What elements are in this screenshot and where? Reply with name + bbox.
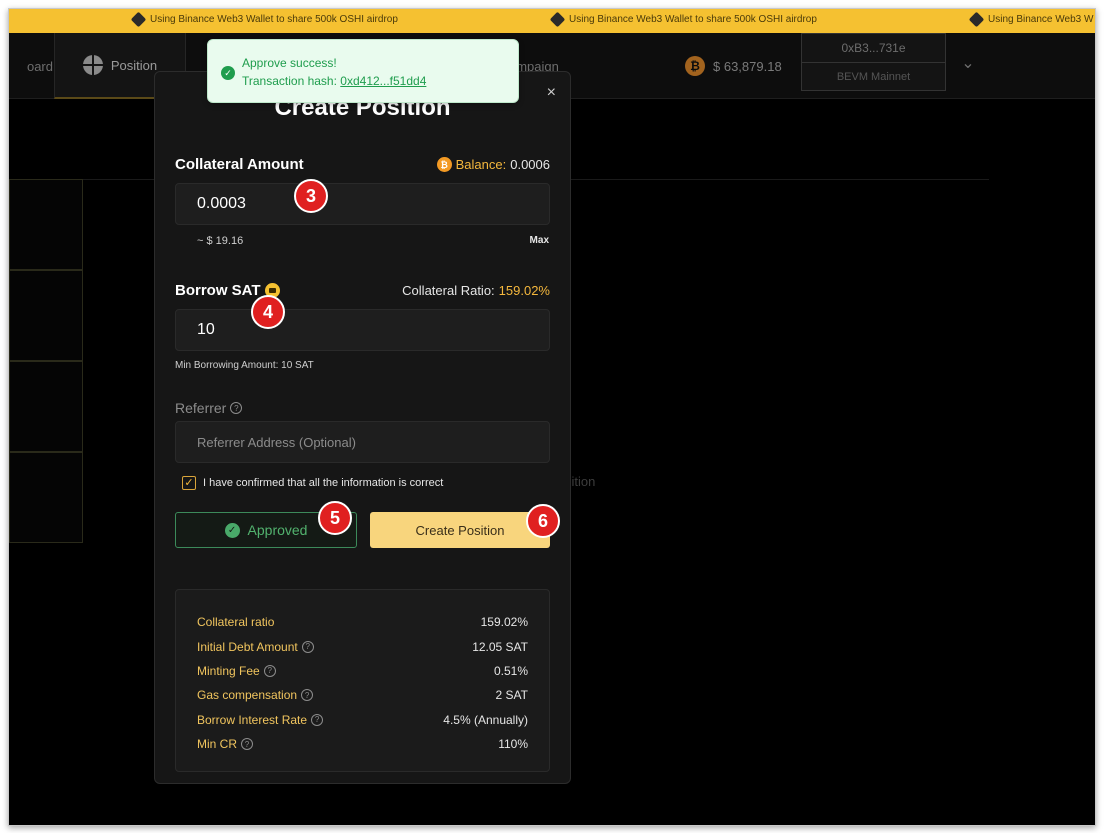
create-position-button[interactable]: Create Position	[370, 512, 550, 548]
summary-value: 110%	[498, 737, 528, 752]
binance-icon	[549, 11, 566, 28]
bg-card	[9, 179, 83, 270]
ticker-text: Using Binance Web3 W	[988, 14, 1094, 25]
tab-label: oard	[26, 58, 53, 74]
toast-hash-label: Transaction hash:	[242, 74, 337, 88]
ticker-text: Using Binance Web3 Wallet to share 500k …	[150, 14, 398, 25]
summary-key: Borrow Interest Rate?	[197, 712, 324, 727]
step-marker: 5	[318, 501, 352, 535]
approve-success-toast: ✓ Approve success! Transaction hash: 0xd…	[207, 39, 519, 103]
borrow-label-text: Borrow SAT	[175, 282, 261, 299]
min-borrow-note: Min Borrowing Amount: 10 SAT	[175, 360, 314, 371]
step-marker: 3	[294, 179, 328, 213]
close-icon[interactable]: ×	[547, 84, 556, 102]
ticker-text: Using Binance Web3 Wallet to share 500k …	[569, 14, 817, 25]
announcement-ticker[interactable]: Using Binance Web3 Wallet to share 500k …	[9, 9, 1095, 33]
summary-key-text: Minting Fee	[197, 663, 260, 678]
collateral-amount-input[interactable]: 0.0003	[175, 183, 550, 225]
summary-row: Gas compensation? 2 SAT	[197, 683, 528, 707]
summary-row: Min CR? 110%	[197, 732, 528, 756]
binance-icon	[130, 11, 147, 28]
summary-row: Initial Debt Amount? 12.05 SAT	[197, 634, 528, 658]
step-marker: 4	[251, 295, 285, 329]
help-icon[interactable]: ?	[230, 402, 243, 414]
create-position-modal: Create Position × Collateral Amount ₿ Ba…	[154, 71, 571, 784]
summary-key-text: Borrow Interest Rate	[197, 712, 308, 727]
referrer-label: Referrer ?	[175, 400, 243, 416]
help-icon[interactable]: ?	[311, 713, 324, 726]
collateral-ratio-display: Collateral Ratio: 159.02%	[402, 283, 550, 298]
wallet-address[interactable]: 0xB3...731e	[802, 34, 945, 63]
wallet-network[interactable]: BEVM Mainnet	[802, 63, 945, 91]
ticker-item[interactable]: Using Binance Web3 Wallet to share 500k …	[130, 11, 398, 28]
summary-value: 12.05 SAT	[472, 639, 528, 654]
confirm-checkbox-row[interactable]: ✓ I have confirmed that all the informat…	[182, 476, 443, 490]
bitcoin-icon: ₿	[685, 56, 705, 76]
balance-label: Balance:	[455, 157, 507, 172]
max-button[interactable]: Max	[530, 235, 549, 246]
wallet-widget[interactable]: 0xB3...731e BEVM Mainnet	[801, 33, 946, 91]
bg-card	[9, 452, 83, 543]
summary-key: Minting Fee?	[197, 664, 276, 678]
chevron-down-icon[interactable]: ⌄	[959, 53, 977, 72]
btc-price: ₿ $ 63,879.18	[685, 33, 782, 99]
approved-label: Approved	[247, 522, 308, 538]
check-circle-icon: ✓	[224, 522, 240, 538]
summary-value: 0.51%	[493, 663, 528, 678]
btc-price-value: $ 63,879.18	[713, 58, 782, 74]
ratio-label: Collateral Ratio:	[402, 283, 495, 298]
summary-value: 2 SAT	[495, 688, 528, 703]
tab-label: Position	[110, 57, 158, 73]
bitcoin-icon: ₿	[436, 157, 452, 172]
borrow-amount-input[interactable]: 10	[175, 309, 550, 351]
summary-key: Min CR?	[197, 737, 254, 752]
summary-row: Collateral ratio 159.02%	[197, 610, 528, 634]
app-window: Using Binance Web3 Wallet to share 500k …	[8, 8, 1096, 826]
summary-key-text: Collateral ratio	[197, 615, 275, 630]
help-icon[interactable]: ?	[241, 738, 254, 751]
summary-value: 159.02%	[480, 615, 528, 630]
step-marker: 6	[526, 504, 560, 538]
toast-title: Approve success!	[242, 56, 337, 70]
referrer-label-text: Referrer	[175, 400, 227, 416]
confirm-text: I have confirmed that all the informatio…	[203, 477, 444, 489]
summary-row: Minting Fee? 0.51%	[197, 659, 528, 683]
bg-card	[9, 270, 83, 361]
summary-key: Gas compensation?	[197, 688, 314, 703]
tab-dashboard[interactable]: oard	[9, 33, 53, 99]
collateral-usd-estimate: ~ $ 19.16	[197, 235, 244, 247]
check-circle-icon: ✓	[221, 66, 235, 80]
ticker-item[interactable]: Using Binance Web3 W	[968, 11, 1094, 28]
borrow-header: Borrow SAT Collateral Ratio: 159.02%	[175, 282, 550, 299]
position-icon	[82, 55, 103, 75]
help-icon[interactable]: ?	[301, 640, 314, 653]
binance-icon	[968, 11, 985, 28]
confirm-checkbox[interactable]: ✓	[182, 476, 196, 490]
bg-card	[9, 361, 83, 452]
toast-hash-row: Transaction hash: 0xd412...f51dd4	[242, 74, 426, 88]
summary-key-text: Gas compensation	[197, 688, 298, 703]
referrer-input[interactable]: Referrer Address (Optional)	[175, 421, 550, 463]
ticker-item[interactable]: Using Binance Web3 Wallet to share 500k …	[549, 11, 817, 28]
referrer-header: Referrer ?	[175, 400, 550, 416]
collateral-header: Collateral Amount ₿ Balance: 0.0006	[175, 156, 550, 173]
collateral-label: Collateral Amount	[175, 156, 304, 173]
summary-key-text: Min CR	[197, 737, 238, 752]
summary-key: Collateral ratio	[197, 615, 274, 629]
summary-key-text: Initial Debt Amount	[197, 639, 298, 654]
summary-row: Borrow Interest Rate? 4.5% (Annually)	[197, 708, 528, 732]
balance-value: 0.0006	[510, 157, 550, 172]
position-summary: Collateral ratio 159.02% Initial Debt Amou…	[175, 589, 550, 772]
help-icon[interactable]: ?	[301, 689, 314, 702]
summary-key: Initial Debt Amount?	[197, 640, 314, 654]
transaction-hash-link[interactable]: 0xd412...f51dd4	[340, 74, 426, 88]
balance-display: ₿ Balance: 0.0006	[436, 157, 550, 172]
summary-value: 4.5% (Annually)	[443, 712, 528, 727]
help-icon[interactable]: ?	[263, 664, 276, 677]
ratio-value: 159.02%	[498, 283, 550, 298]
